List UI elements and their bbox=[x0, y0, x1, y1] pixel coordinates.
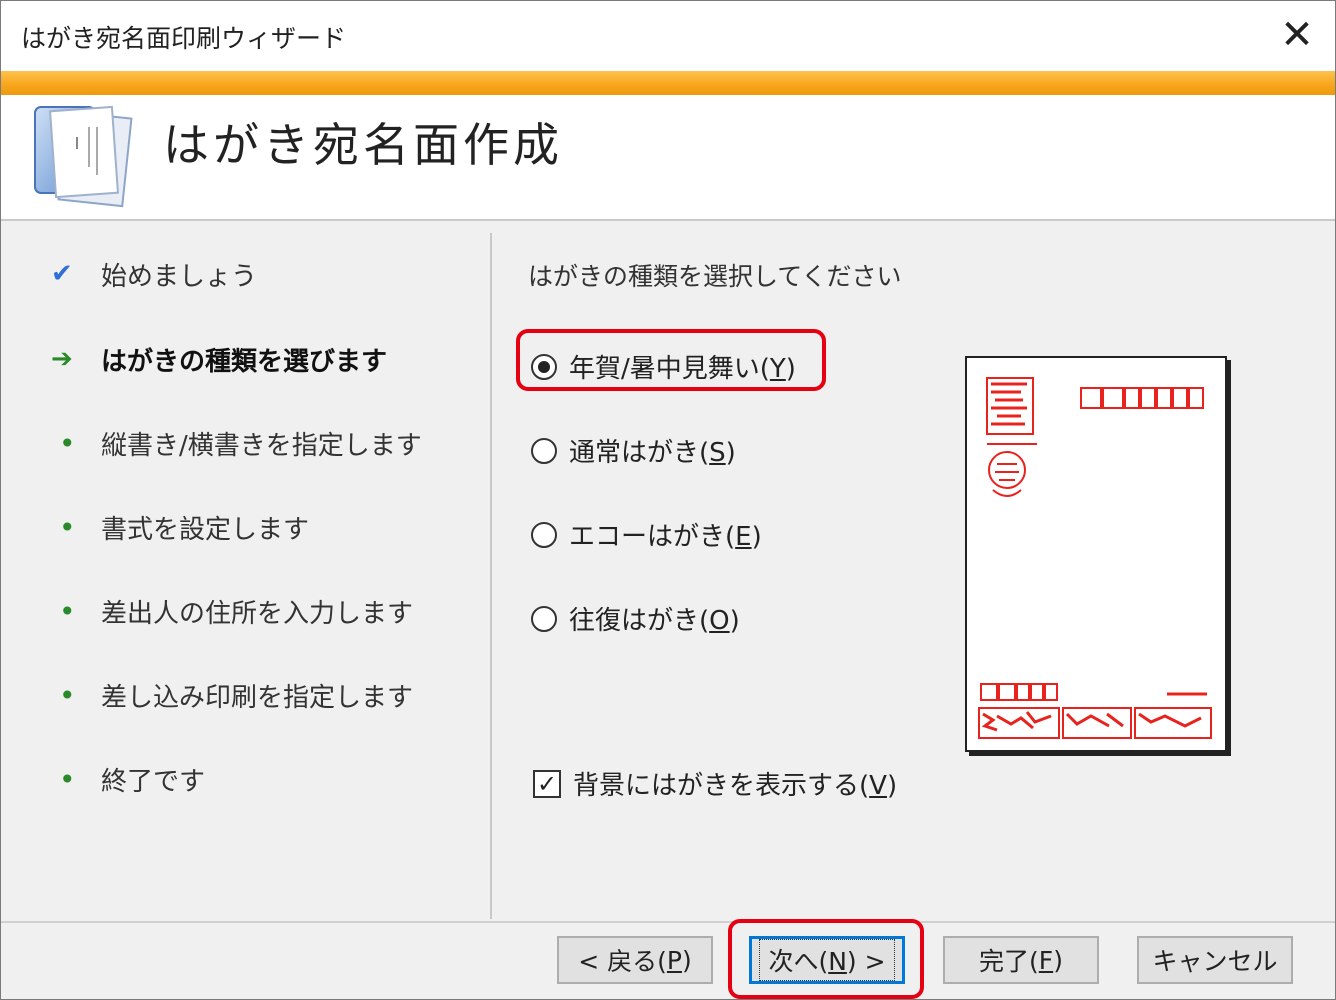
annotation-highlight bbox=[728, 919, 924, 999]
wizard-header: はがき宛名面作成 bbox=[1, 95, 1335, 221]
radio-label: 通常はがき(S) bbox=[569, 438, 736, 468]
step-item-current: ➔ はがきの種類を選びます bbox=[51, 334, 387, 384]
page-title: はがき宛名面作成 bbox=[163, 118, 563, 172]
step-label: 書式を設定します bbox=[101, 514, 310, 545]
bullet-icon: • bbox=[59, 426, 76, 460]
finish-button[interactable]: 完了(F) bbox=[943, 936, 1099, 984]
step-label: 始めましょう bbox=[101, 261, 258, 292]
close-icon[interactable]: ✕ bbox=[1269, 9, 1325, 61]
title-bar: はがき宛名面印刷ウィザード ✕ bbox=[1, 1, 1335, 71]
arrow-right-icon: ➔ bbox=[51, 344, 73, 374]
panel-divider bbox=[490, 233, 492, 919]
radio-button[interactable] bbox=[531, 605, 557, 632]
step-item: ✔ 始めましょう bbox=[51, 249, 257, 299]
show-background-checkbox[interactable]: ✓ 背景にはがきを表示する(V) bbox=[533, 765, 897, 802]
bullet-icon: • bbox=[59, 510, 76, 544]
step-label: 差出人の住所を入力します bbox=[101, 598, 414, 629]
step-label: 差し込み印刷を指定します bbox=[101, 682, 414, 713]
footer-divider bbox=[1, 921, 1335, 923]
step-label: 縦書き/横書きを指定します bbox=[101, 430, 422, 461]
check-icon: ✔ bbox=[51, 259, 73, 289]
radio-button[interactable] bbox=[531, 437, 557, 464]
step-item: • 終了です bbox=[51, 754, 205, 804]
postcard-preview bbox=[965, 356, 1227, 752]
step-item: • 差出人の住所を入力します bbox=[51, 586, 413, 636]
window-title: はがき宛名面印刷ウィザード bbox=[21, 24, 347, 53]
postcard-illustration bbox=[978, 377, 1212, 739]
step-label: はがきの種類を選びます bbox=[101, 346, 388, 377]
radio-normal[interactable]: 通常はがき(S) bbox=[531, 432, 736, 469]
postcard-wizard-icon bbox=[34, 105, 133, 208]
checkbox-label: 背景にはがきを表示する(V) bbox=[573, 771, 898, 801]
annotation-highlight bbox=[516, 329, 826, 391]
radio-echo[interactable]: エコーはがき(E) bbox=[531, 516, 762, 553]
radio-label: 往復はがき(O) bbox=[569, 606, 740, 636]
step-item: • 差し込み印刷を指定します bbox=[51, 670, 413, 720]
radio-button[interactable] bbox=[531, 521, 557, 548]
accent-bar bbox=[1, 71, 1335, 95]
checkbox-checked[interactable]: ✓ bbox=[533, 769, 561, 798]
prompt-text: はがきの種類を選択してください bbox=[528, 262, 902, 291]
back-button[interactable]: < 戻る(P) bbox=[557, 936, 713, 984]
bullet-icon: • bbox=[59, 762, 76, 796]
step-label: 終了です bbox=[101, 766, 206, 797]
step-item: • 書式を設定します bbox=[51, 502, 309, 552]
bullet-icon: • bbox=[59, 678, 76, 712]
wizard-window: はがき宛名面印刷ウィザード ✕ はがき宛名面作成 ✔ 始めましょう ➔ はがきの… bbox=[0, 0, 1336, 1000]
step-item: • 縦書き/横書きを指定します bbox=[51, 418, 422, 468]
radio-oufuku[interactable]: 往復はがき(O) bbox=[531, 600, 740, 637]
wizard-steps: ✔ 始めましょう ➔ はがきの種類を選びます • 縦書き/横書きを指定します •… bbox=[1, 221, 491, 921]
radio-label: エコーはがき(E) bbox=[569, 522, 762, 552]
cancel-button[interactable]: キャンセル bbox=[1137, 936, 1293, 984]
bullet-icon: • bbox=[59, 594, 76, 628]
